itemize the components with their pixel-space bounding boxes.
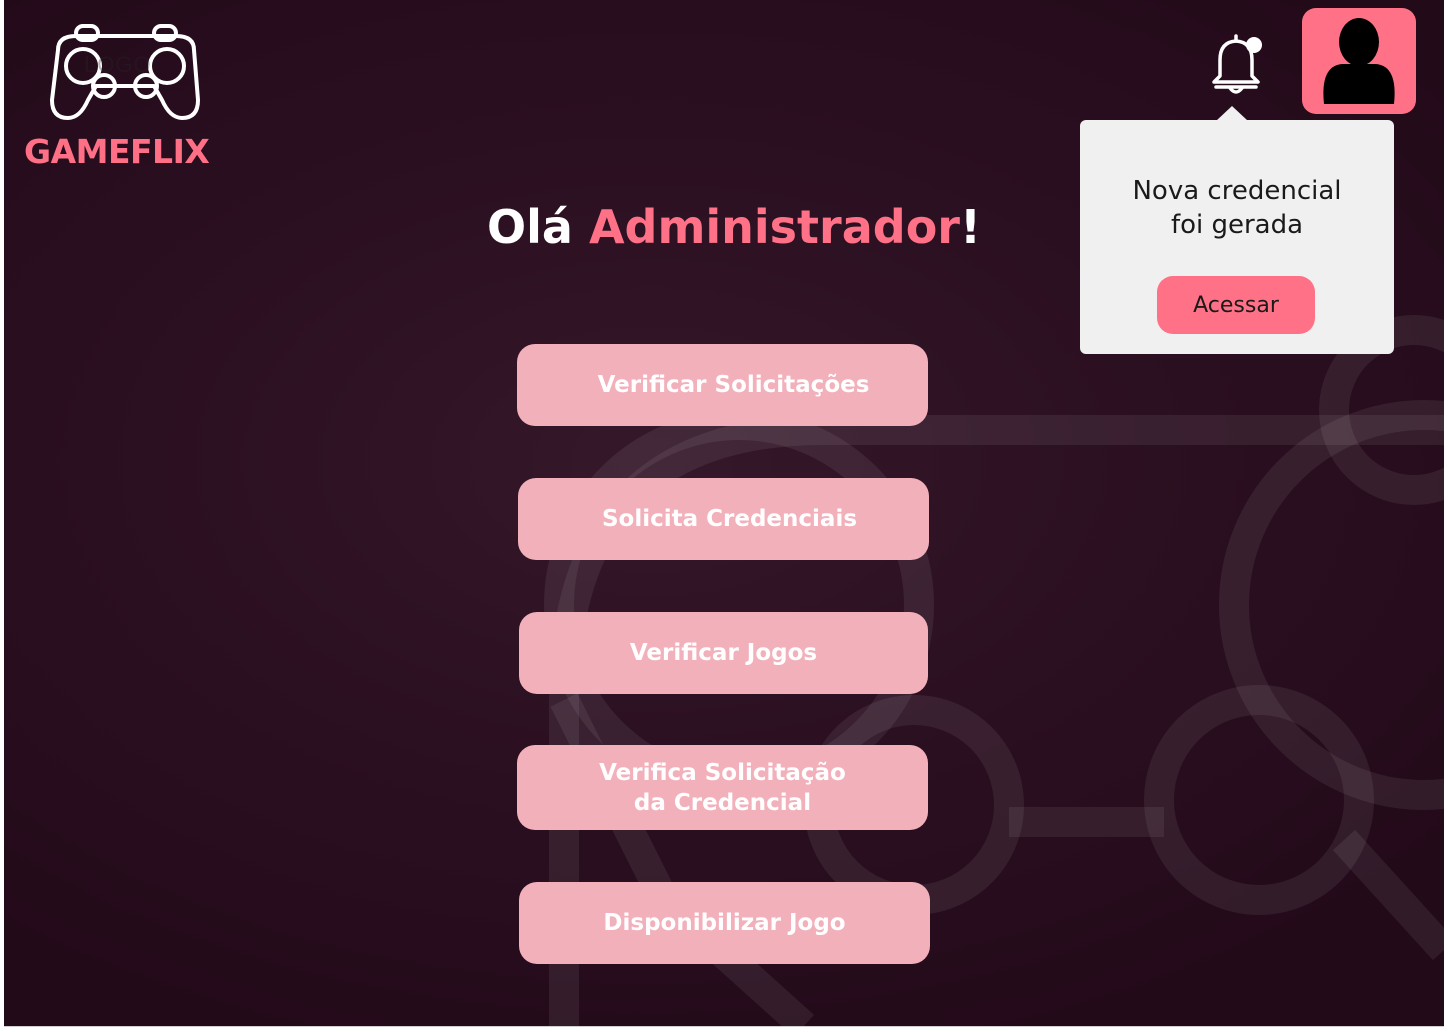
popup-arrow [1216,106,1248,121]
publish-game-button[interactable]: Disponibilizar Jogo [519,882,930,964]
menu-item-label: Verificar Jogos [629,640,818,666]
menu-item-label: Verificar Solicitações [597,372,870,398]
user-icon [1323,18,1395,104]
greeting-suffix: ! [960,200,981,254]
page-title: Olá Administrador! [424,200,1044,254]
bell-icon [1212,34,1262,94]
notification-popup: Nova credencial foi gerada Acessar [1080,106,1394,354]
verify-games-button[interactable]: Verificar Jogos [519,612,928,694]
request-credentials-button[interactable]: Solicita Credenciais [518,478,929,560]
brand-name: GAMEFLIX [24,132,210,171]
verify-requests-button[interactable]: Verificar Solicitações [517,344,928,426]
menu-item-label: Solicita Credenciais [601,506,858,532]
notification-message: Nova credencial foi gerada [1132,176,1342,240]
greeting-prefix: Olá [487,200,589,254]
app-frame: LOGO GAMEFLIX Nova credencial foi gerada… [4,0,1444,1027]
gameflix-logo[interactable]: LOGO GAMEFLIX [24,18,228,178]
logo-placeholder-text: LOGO [84,52,152,77]
verify-credential-request-button[interactable]: Verifica Solicitação da Credencial [517,745,928,830]
notification-bell-button[interactable] [1206,30,1266,98]
access-button[interactable]: Acessar [1157,276,1315,334]
menu-item-label: Disponibilizar Jogo [603,910,846,936]
profile-button[interactable] [1302,8,1416,114]
unread-dot [1246,37,1262,53]
greeting-name: Administrador [588,200,960,254]
menu-item-label: Verifica Solicitação da Credencial [599,759,846,816]
